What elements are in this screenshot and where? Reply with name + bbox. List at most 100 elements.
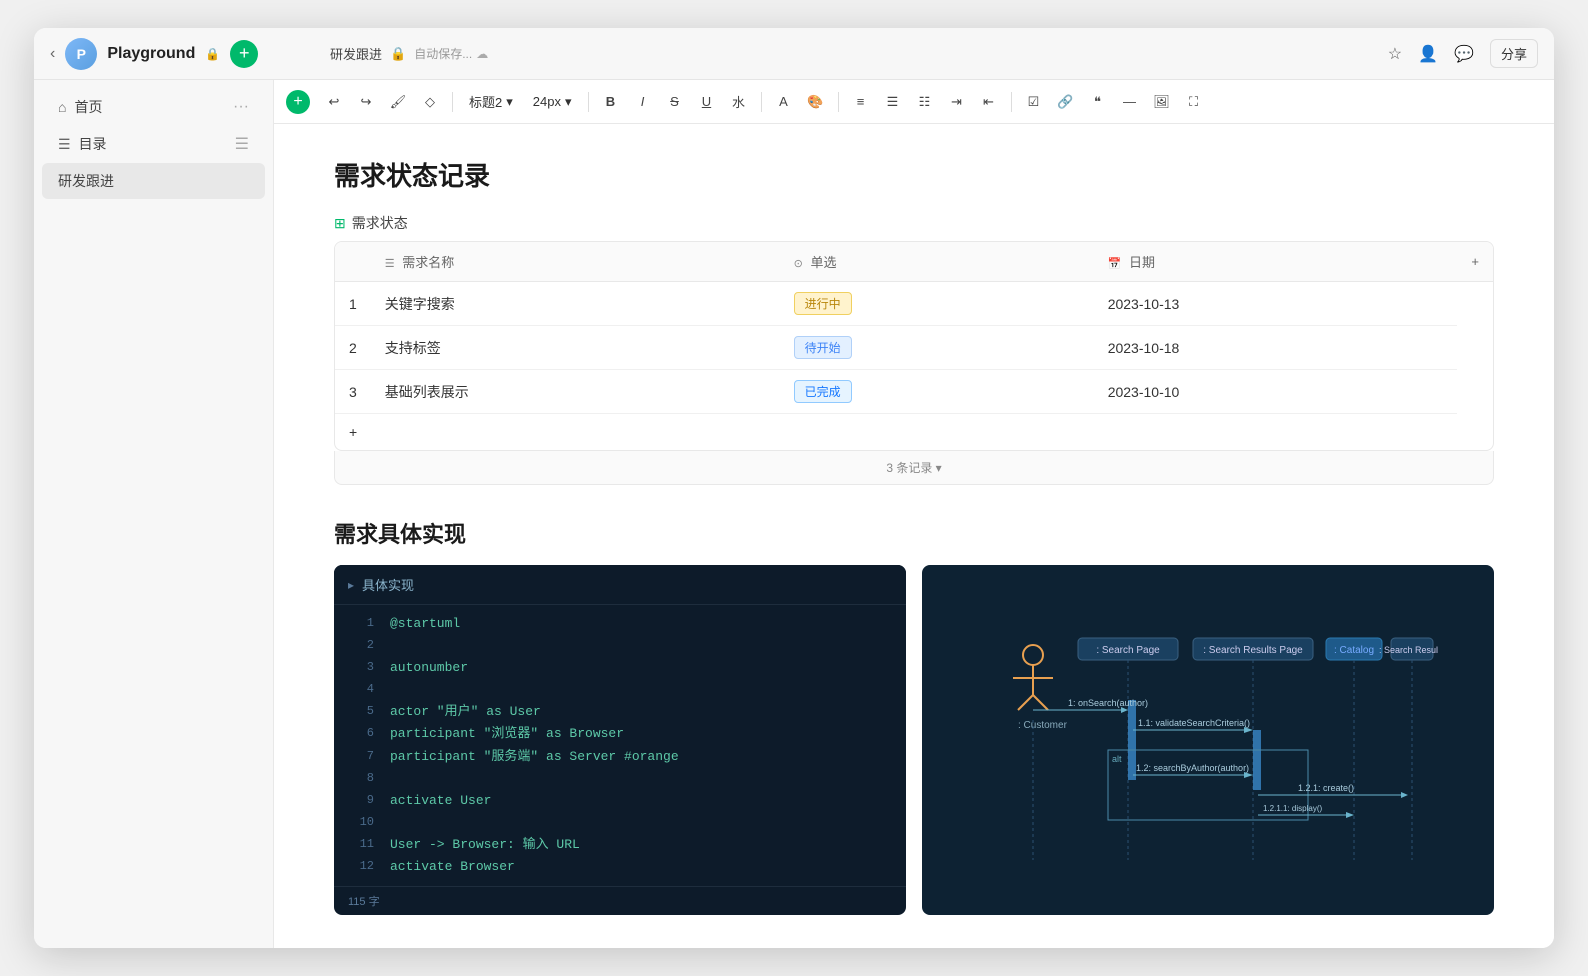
sidebar-item-dots[interactable]: ··· bbox=[233, 98, 249, 116]
row-status[interactable]: 待开始 bbox=[780, 326, 1094, 370]
code-line: 6participant "浏览器" as Browser bbox=[334, 723, 906, 745]
collapse-icon[interactable]: ▸ bbox=[348, 578, 354, 592]
code-line: 10 bbox=[334, 812, 906, 834]
code-line: 9activate User bbox=[334, 790, 906, 812]
highlight-button[interactable]: 🎨 bbox=[802, 88, 830, 116]
app-window: ‹ P Playground 🔒 + 研发跟进 🔒 自动保存... ☁ ☆ 👤 … bbox=[34, 28, 1554, 948]
ruby-button[interactable]: 水 bbox=[725, 88, 753, 116]
sidebar-item-dev-track[interactable]: 研发跟进 bbox=[42, 163, 265, 199]
diagram-inner: : Customer : Search Page : Search Result… bbox=[922, 565, 1494, 915]
underline-button[interactable]: U bbox=[693, 88, 721, 116]
table-add-row[interactable]: + bbox=[335, 414, 1493, 451]
code-block: ▸ 具体实现 1@startuml 2 3autonumber 4 5actor… bbox=[334, 565, 906, 915]
svg-text:: Customer: : Customer bbox=[1018, 720, 1068, 731]
font-color-button[interactable]: A bbox=[770, 88, 798, 116]
main-layout: ⌂ 首页 ··· ☰ 目录 ☰ 研发跟进 + ↩ ↪ 🖌 ◇ bbox=[34, 80, 1554, 948]
star-icon[interactable]: ☆ bbox=[1388, 44, 1402, 64]
code-area: ▸ 具体实现 1@startuml 2 3autonumber 4 5actor… bbox=[334, 565, 1494, 915]
image-button[interactable]: 🖼 bbox=[1148, 88, 1176, 116]
clear-format-button[interactable]: ◇ bbox=[416, 88, 444, 116]
row-status[interactable]: 已完成 bbox=[780, 370, 1094, 414]
col-rownum bbox=[335, 242, 371, 282]
row-name[interactable]: 支持标签 bbox=[371, 326, 780, 370]
indent-button[interactable]: ⇥ bbox=[943, 88, 971, 116]
redo-button[interactable]: ↪ bbox=[352, 88, 380, 116]
status-badge: 进行中 bbox=[794, 292, 852, 315]
table-wrapper: ☰ 需求名称 ⊙ 单选 📅 日期 bbox=[334, 241, 1494, 451]
fullscreen-button[interactable]: ⛶ bbox=[1180, 88, 1208, 116]
titlebar-left: ‹ P Playground 🔒 + bbox=[50, 38, 330, 70]
italic-button[interactable]: I bbox=[629, 88, 657, 116]
chevron-down-icon: ▾ bbox=[565, 94, 572, 110]
back-button[interactable]: ‹ bbox=[50, 45, 55, 63]
font-size-selector[interactable]: 24px ▾ bbox=[525, 91, 580, 113]
requirements-table: ☰ 需求名称 ⊙ 单选 📅 日期 bbox=[335, 242, 1493, 450]
bold-button[interactable]: B bbox=[597, 88, 625, 116]
add-row-button[interactable]: + bbox=[335, 414, 1457, 451]
sequence-diagram: : Customer : Search Page : Search Result… bbox=[978, 620, 1438, 860]
add-document-button[interactable]: + bbox=[230, 40, 258, 68]
status-badge: 已完成 bbox=[794, 380, 852, 403]
svg-text:: Catalog: : Catalog bbox=[1334, 645, 1374, 656]
cloud-icon: ☁ bbox=[476, 47, 488, 61]
col-date-header[interactable]: 📅 日期 bbox=[1094, 242, 1458, 282]
bullet-list-button[interactable]: ☰ bbox=[879, 88, 907, 116]
code-body: 1@startuml 2 3autonumber 4 5actor "用户" a… bbox=[334, 605, 906, 886]
user-icon[interactable]: 👤 bbox=[1418, 44, 1438, 64]
sidebar-item-home[interactable]: ⌂ 首页 ··· bbox=[42, 89, 265, 125]
divider-button[interactable]: — bbox=[1116, 88, 1144, 116]
table-section: ⊞ 需求状态 ☰ 需求名称 bbox=[334, 213, 1494, 485]
svg-text:1.2.1.1: display(): 1.2.1.1: display() bbox=[1263, 804, 1322, 813]
code-block-header: ▸ 具体实现 bbox=[334, 565, 906, 605]
sidebar: ⌂ 首页 ··· ☰ 目录 ☰ 研发跟进 bbox=[34, 80, 274, 948]
code-line: 5actor "用户" as User bbox=[334, 701, 906, 723]
strikethrough-button[interactable]: S bbox=[661, 88, 689, 116]
share-button[interactable]: 分享 bbox=[1490, 39, 1538, 68]
row-date[interactable]: 2023-10-13 bbox=[1094, 282, 1458, 326]
row-date[interactable]: 2023-10-10 bbox=[1094, 370, 1458, 414]
row-name[interactable]: 基础列表展示 bbox=[371, 370, 780, 414]
col-name-header[interactable]: ☰ 需求名称 bbox=[371, 242, 780, 282]
sidebar-item-toc-dots[interactable]: ☰ bbox=[235, 134, 249, 154]
code-line: 8 bbox=[334, 768, 906, 790]
insert-button[interactable]: + bbox=[286, 90, 310, 114]
table-footer[interactable]: 3 条记录 ▾ bbox=[334, 451, 1494, 485]
col-name-icon: ☰ bbox=[385, 258, 395, 270]
svg-text:1.2: searchByAuthor(author): 1.2: searchByAuthor(author) bbox=[1136, 763, 1249, 773]
row-status[interactable]: 进行中 bbox=[780, 282, 1094, 326]
app-title: Playground bbox=[107, 45, 195, 63]
ordered-list-button[interactable]: ☷ bbox=[911, 88, 939, 116]
undo-button[interactable]: ↩ bbox=[320, 88, 348, 116]
col-status-header[interactable]: ⊙ 单选 bbox=[780, 242, 1094, 282]
sidebar-item-toc[interactable]: ☰ 目录 ☰ bbox=[42, 126, 265, 162]
align-button[interactable]: ≡ bbox=[847, 88, 875, 116]
checkbox-button[interactable]: ☑ bbox=[1020, 88, 1048, 116]
table-icon: ⊞ bbox=[334, 215, 346, 232]
row-num: 3 bbox=[335, 370, 371, 414]
sidebar-item-label: 研发跟进 bbox=[58, 171, 249, 191]
titlebar: ‹ P Playground 🔒 + 研发跟进 🔒 自动保存... ☁ ☆ 👤 … bbox=[34, 28, 1554, 80]
code-block-title: 具体实现 bbox=[362, 575, 414, 594]
row-date[interactable]: 2023-10-18 bbox=[1094, 326, 1458, 370]
heading-selector[interactable]: 标题2 ▾ bbox=[461, 89, 521, 114]
format-painter-button[interactable]: 🖌 bbox=[384, 88, 412, 116]
row-name[interactable]: 关键字搜索 bbox=[371, 282, 780, 326]
char-count: 115 字 bbox=[334, 886, 906, 915]
sidebar-item-label: 首页 bbox=[74, 97, 225, 117]
auto-save-status: 自动保存... ☁ bbox=[414, 45, 488, 62]
quote-button[interactable]: ❝ bbox=[1084, 88, 1112, 116]
svg-text:: Search Results: : Search Results bbox=[1379, 645, 1438, 655]
chevron-down-icon: ▾ bbox=[506, 94, 513, 110]
table-header-row: ☰ 需求名称 ⊙ 单选 📅 日期 bbox=[335, 242, 1493, 282]
svg-text:1: onSearch(author): 1: onSearch(author) bbox=[1068, 698, 1148, 708]
comment-icon[interactable]: 💬 bbox=[1454, 44, 1474, 64]
toolbar: + ↩ ↪ 🖌 ◇ 标题2 ▾ 24px ▾ B I S U 水 bbox=[274, 80, 1554, 124]
page-title: 需求状态记录 bbox=[334, 156, 1494, 193]
titlebar-center: 研发跟进 🔒 自动保存... ☁ bbox=[330, 44, 1388, 63]
table-section-header: ⊞ 需求状态 bbox=[334, 213, 1494, 233]
link-button[interactable]: 🔗 bbox=[1052, 88, 1080, 116]
svg-text:: Search Page: : Search Page bbox=[1096, 645, 1160, 656]
svg-text:alt: alt bbox=[1112, 754, 1122, 764]
outdent-button[interactable]: ⇤ bbox=[975, 88, 1003, 116]
col-add-header[interactable]: + bbox=[1457, 242, 1493, 282]
